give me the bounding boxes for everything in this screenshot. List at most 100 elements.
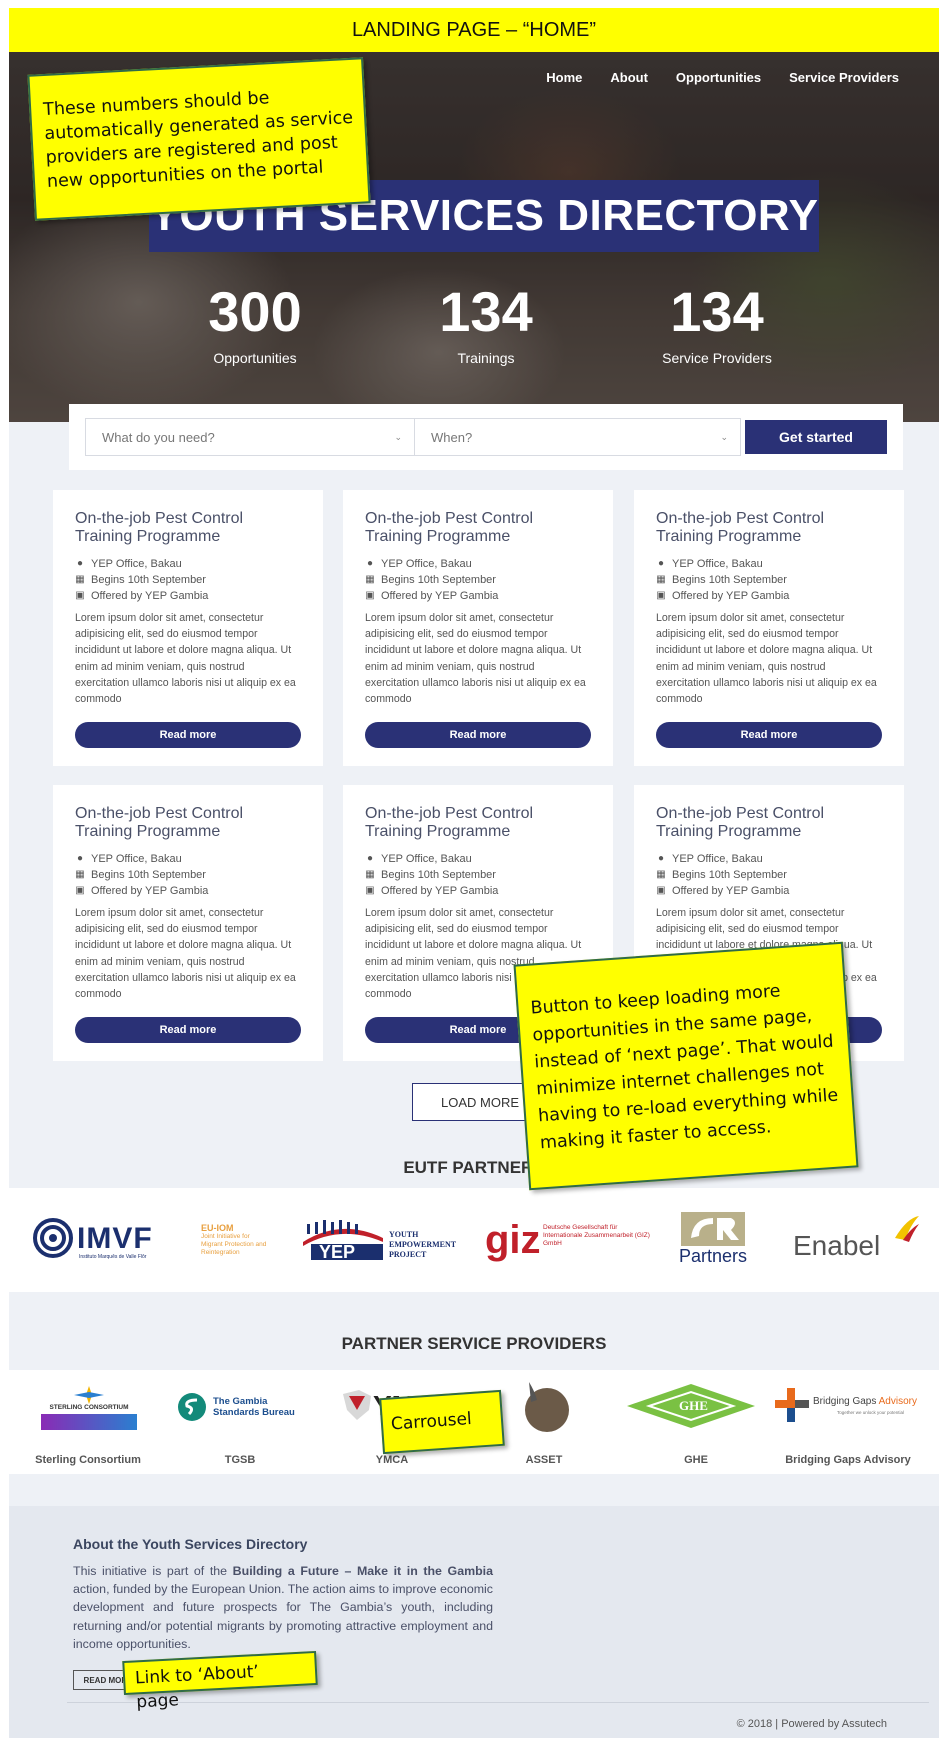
opportunity-card[interactable]: On-the-job Pest Control Training Program… bbox=[53, 785, 323, 1061]
copyright: © 2018 | Powered by Assutech bbox=[736, 1718, 887, 1730]
map-pin-icon: ● bbox=[366, 558, 374, 569]
nav-service-providers[interactable]: Service Providers bbox=[789, 70, 899, 85]
card-date: ▦ Begins 10th September bbox=[365, 572, 591, 588]
yep-subtext: YOUTH EMPOWERMENT PROJECT bbox=[389, 1230, 456, 1259]
eu-iom-text: EU-IOM bbox=[201, 1223, 234, 1233]
map-pin-icon: ● bbox=[366, 853, 374, 864]
enabel-swoosh-icon bbox=[895, 1216, 919, 1242]
map-pin-icon: ● bbox=[657, 558, 665, 569]
card-location: ● YEP Office, Bakau bbox=[365, 556, 591, 572]
bridging-gaps-logo[interactable]: Bridging Gaps Advisory Together we unloc… bbox=[773, 1386, 929, 1426]
bridging-gaps-subtext: Together we unlock your potential bbox=[837, 1410, 905, 1415]
note-numbers: These numbers should be automatically ge… bbox=[27, 57, 371, 221]
sterling-logo[interactable]: STERLING CONSORTIUM bbox=[41, 1382, 137, 1434]
nav-about[interactable]: About bbox=[610, 70, 648, 85]
card-date: ▦ Begins 10th September bbox=[365, 867, 591, 883]
ghe-text: GHE bbox=[679, 1398, 708, 1413]
card-offered-by: ▣ Offered by YEP Gambia bbox=[365, 588, 591, 604]
what-select[interactable]: What do you need? ⌄ bbox=[85, 418, 415, 456]
get-started-button[interactable]: Get started bbox=[745, 420, 887, 454]
read-more-button[interactable]: Read more bbox=[75, 722, 301, 748]
card-offered-text: Offered by YEP Gambia bbox=[381, 885, 499, 897]
what-select-value: What do you need? bbox=[102, 429, 215, 445]
card-location-text: YEP Office, Bakau bbox=[672, 558, 763, 570]
gr-partners-logo[interactable]: Partners bbox=[673, 1210, 753, 1270]
imvf-text: IMVF bbox=[77, 1222, 153, 1255]
card-title[interactable]: On-the-job Pest Control Training Program… bbox=[656, 510, 882, 546]
when-select-value: When? bbox=[431, 429, 473, 445]
read-more-button[interactable]: Read more bbox=[365, 722, 591, 748]
card-offered-by: ▣ Offered by YEP Gambia bbox=[656, 883, 882, 899]
giz-text: giz bbox=[485, 1218, 541, 1262]
read-more-button[interactable]: Read more bbox=[75, 1017, 301, 1043]
asset-logo[interactable] bbox=[509, 1378, 579, 1434]
provider-label: Bridging Gaps Advisory bbox=[785, 1454, 911, 1466]
read-more-button[interactable]: Read more bbox=[656, 722, 882, 748]
card-offered-by: ▣ Offered by YEP Gambia bbox=[365, 883, 591, 899]
yep-text: YEP bbox=[319, 1242, 356, 1262]
card-location-text: YEP Office, Bakau bbox=[672, 853, 763, 865]
card-location: ● YEP Office, Bakau bbox=[75, 556, 301, 572]
ymca-map-mark bbox=[343, 1390, 371, 1420]
calendar-icon: ▦ bbox=[365, 869, 375, 880]
tgsb-logo[interactable]: The Gambia Standards Bureau bbox=[177, 1390, 307, 1424]
card-description: Lorem ipsum dolor sit amet, consectetur … bbox=[656, 612, 877, 706]
chevron-down-icon: ⌄ bbox=[720, 431, 728, 442]
providers-heading: PARTNER SERVICE PROVIDERS bbox=[341, 1334, 607, 1353]
stat-number: 134 bbox=[670, 280, 764, 343]
ghe-logo[interactable]: GHE bbox=[623, 1382, 759, 1430]
card-offered-by: ▣ Offered by YEP Gambia bbox=[75, 588, 301, 604]
card-date-text: Begins 10th September bbox=[672, 574, 787, 586]
card-title[interactable]: On-the-job Pest Control Training Program… bbox=[656, 805, 882, 841]
card-date-text: Begins 10th September bbox=[91, 869, 206, 881]
imvf-subtext: Instituto Marquês de Valle Flôr bbox=[79, 1254, 147, 1260]
card-offered-text: Offered by YEP Gambia bbox=[91, 590, 209, 602]
about-text-intro: This initiative is part of the bbox=[73, 1564, 233, 1578]
card-location-text: YEP Office, Bakau bbox=[91, 558, 182, 570]
card-title[interactable]: On-the-job Pest Control Training Program… bbox=[365, 510, 591, 546]
chevron-down-icon: ⌄ bbox=[394, 431, 402, 442]
card-location-text: YEP Office, Bakau bbox=[381, 853, 472, 865]
opportunity-card[interactable]: On-the-job Pest Control Training Program… bbox=[343, 490, 613, 766]
provider-label: TGSB bbox=[224, 1454, 256, 1466]
nav-home[interactable]: Home bbox=[546, 70, 582, 85]
bridging-gaps-name: Bridging Gaps bbox=[813, 1396, 877, 1407]
enabel-text: Enabel bbox=[793, 1230, 881, 1261]
eu-iom-logo[interactable]: EU-IOM Joint Initiative for Migrant Prot… bbox=[201, 1210, 281, 1270]
yep-logo[interactable]: YEP YOUTH EMPOWERMENT PROJECT bbox=[301, 1214, 471, 1268]
card-description: Lorem ipsum dolor sit amet, consectetur … bbox=[365, 612, 586, 706]
card-offered-by: ▣ Offered by YEP Gambia bbox=[656, 588, 882, 604]
nav-opportunities[interactable]: Opportunities bbox=[676, 70, 761, 85]
card-title[interactable]: On-the-job Pest Control Training Program… bbox=[75, 510, 301, 546]
about-text-action: Building a Future – Make it in the Gambi… bbox=[232, 1564, 494, 1578]
briefcase-icon: ▣ bbox=[365, 885, 375, 896]
card-date: ▦ Begins 10th September bbox=[656, 572, 882, 588]
when-select[interactable]: When? ⌄ bbox=[415, 418, 741, 456]
giz-logo[interactable]: giz Deutsche Gesellschaft für Internatio… bbox=[485, 1218, 655, 1264]
card-offered-text: Offered by YEP Gambia bbox=[672, 590, 790, 602]
card-date: ▦ Begins 10th September bbox=[75, 867, 301, 883]
card-offered-by: ▣ Offered by YEP Gambia bbox=[75, 883, 301, 899]
card-title[interactable]: On-the-job Pest Control Training Program… bbox=[365, 805, 591, 841]
eutf-partners-strip: IMVF Instituto Marquês de Valle Flôr EU-… bbox=[9, 1188, 939, 1292]
stat-label: Trainings bbox=[457, 350, 515, 366]
briefcase-icon: ▣ bbox=[656, 885, 666, 896]
card-description: Lorem ipsum dolor sit amet, consectetur … bbox=[75, 907, 296, 1001]
opportunity-card[interactable]: On-the-job Pest Control Training Program… bbox=[634, 490, 904, 766]
about-title: About the Youth Services Directory bbox=[73, 1536, 308, 1552]
enabel-logo[interactable]: Enabel bbox=[791, 1212, 921, 1266]
card-title[interactable]: On-the-job Pest Control Training Program… bbox=[75, 805, 301, 841]
imvf-logo[interactable]: IMVF Instituto Marquês de Valle Flôr bbox=[33, 1216, 163, 1266]
stat-number: 134 bbox=[439, 280, 533, 343]
stat-trainings: 134 Trainings bbox=[386, 280, 586, 367]
opportunity-card[interactable]: On-the-job Pest Control Training Program… bbox=[53, 490, 323, 766]
card-location-text: YEP Office, Bakau bbox=[381, 558, 472, 570]
sterling-text: STERLING CONSORTIUM bbox=[49, 1404, 129, 1411]
briefcase-icon: ▣ bbox=[365, 590, 375, 601]
card-date-text: Begins 10th September bbox=[381, 574, 496, 586]
map-pin-icon: ● bbox=[76, 558, 84, 569]
calendar-icon: ▦ bbox=[75, 869, 85, 880]
card-location: ● YEP Office, Bakau bbox=[365, 851, 591, 867]
card-location-text: YEP Office, Bakau bbox=[91, 853, 182, 865]
card-date: ▦ Begins 10th September bbox=[75, 572, 301, 588]
